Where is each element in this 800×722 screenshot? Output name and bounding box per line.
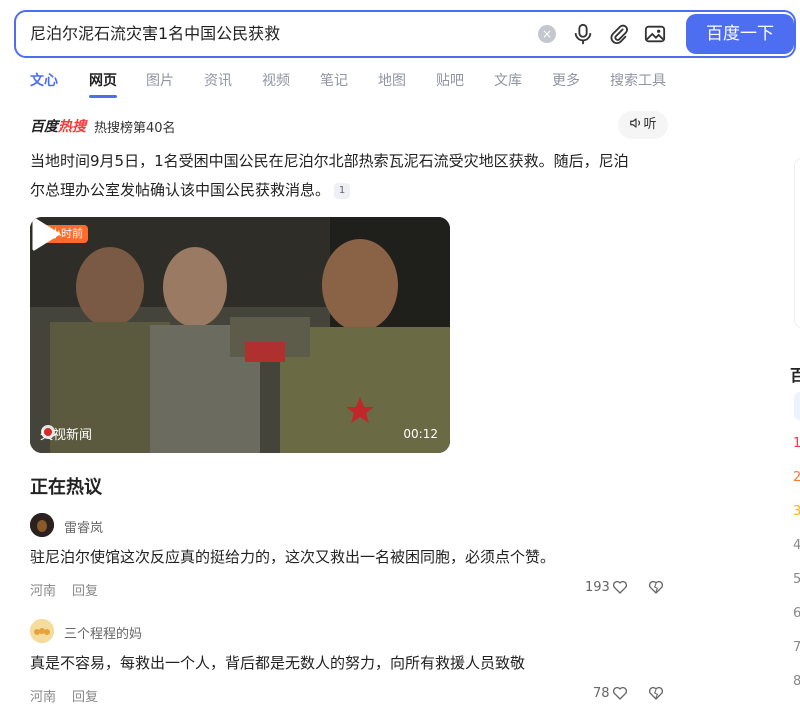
reply-button[interactable]: 回复 xyxy=(72,686,98,705)
right-panel-pill[interactable] xyxy=(794,392,800,420)
comment-text: 真是不容易，每救出一个人，背后都是无数人的努力，向所有救援人员致敬 xyxy=(30,654,526,672)
rank-number: 7 xyxy=(793,640,800,655)
video-player[interactable]: 4小时前 央视新闻 00:12 xyxy=(30,217,450,453)
broken-heart-icon[interactable] xyxy=(648,579,664,595)
play-icon[interactable] xyxy=(30,217,60,251)
search-bar: 尼泊尔泥石流灾害1名中国公民获救 × 百度一下 xyxy=(14,10,796,58)
tab-maps[interactable]: 地图 xyxy=(378,70,406,90)
baidu-hot-logo: 百度热搜 xyxy=(30,116,86,136)
like-count: 78 xyxy=(593,686,610,701)
brand-hot-text: 热搜 xyxy=(58,119,86,135)
rank-number: 3 xyxy=(793,504,800,519)
rank-number: 5 xyxy=(793,572,800,587)
comment-username[interactable]: 三个程程的妈 xyxy=(64,623,142,642)
tab-images[interactable]: 图片 xyxy=(146,70,174,90)
active-tab-indicator xyxy=(89,95,117,98)
tab-news[interactable]: 资讯 xyxy=(204,70,232,90)
tab-tieba[interactable]: 贴吧 xyxy=(436,70,464,90)
right-panel-card xyxy=(794,158,800,328)
listen-button[interactable]: 听 xyxy=(618,111,668,139)
right-panel-title: 百 xyxy=(790,366,800,385)
comment-location: 河南 xyxy=(30,690,57,705)
video-source: 央视新闻 xyxy=(40,424,92,443)
comment-location: 河南 xyxy=(30,584,57,599)
heart-icon[interactable] xyxy=(612,685,628,701)
image-search-icon[interactable] xyxy=(644,23,666,45)
comment-text: 驻尼泊尔使馆这次反应真的挺给力的，这次又救出一名被困同胞，必须点个赞。 xyxy=(30,548,556,566)
search-button[interactable]: 百度一下 xyxy=(686,14,794,54)
news-summary: 当地时间9月5日，1名受困中国公民在尼泊尔北部热索瓦泥石流受灾地区获救。随后，尼… xyxy=(30,147,630,205)
like-count: 193 xyxy=(585,580,610,595)
attachment-icon[interactable] xyxy=(608,23,630,45)
discussion-title: 正在热议 xyxy=(30,477,102,498)
rank-number: 6 xyxy=(793,606,800,621)
citation-marker[interactable]: 1 xyxy=(334,183,351,199)
tab-search-tools[interactable]: 搜索工具 xyxy=(610,70,666,90)
search-input[interactable]: 尼泊尔泥石流灾害1名中国公民获救 xyxy=(30,12,530,56)
tab-videos[interactable]: 视频 xyxy=(262,70,290,90)
video-duration: 00:12 xyxy=(403,427,438,441)
cctv-logo-icon xyxy=(41,425,55,439)
listen-label: 听 xyxy=(643,117,657,132)
avatar-image-icon xyxy=(30,513,54,537)
hot-rank: 热搜榜第40名 xyxy=(94,121,176,136)
speaker-icon xyxy=(630,118,641,128)
avatar[interactable] xyxy=(30,619,54,643)
avatar[interactable] xyxy=(30,513,54,537)
rank-number: 8 xyxy=(793,674,800,689)
tab-web[interactable]: 网页 xyxy=(89,70,117,90)
clear-icon[interactable]: × xyxy=(538,25,556,43)
rank-number: 1 xyxy=(793,436,800,451)
tab-more[interactable]: 更多 xyxy=(552,70,580,90)
rank-number: 2 xyxy=(793,470,800,485)
tab-notes[interactable]: 笔记 xyxy=(320,70,348,90)
avatar-image-icon xyxy=(30,619,54,643)
microphone-icon[interactable] xyxy=(572,23,594,45)
tab-wenku[interactable]: 文库 xyxy=(494,70,522,90)
tab-wenxin[interactable]: 文心 xyxy=(30,70,58,90)
summary-text: 当地时间9月5日，1名受困中国公民在尼泊尔北部热索瓦泥石流受灾地区获救。随后，尼… xyxy=(30,152,629,199)
brand-text: 百度 xyxy=(30,119,58,135)
reply-button[interactable]: 回复 xyxy=(72,580,98,599)
comment-username[interactable]: 雷睿岚 xyxy=(64,517,103,536)
broken-heart-icon[interactable] xyxy=(648,685,664,701)
heart-icon[interactable] xyxy=(612,579,628,595)
rank-number: 4 xyxy=(793,538,800,553)
video-thumbnail xyxy=(30,217,450,453)
